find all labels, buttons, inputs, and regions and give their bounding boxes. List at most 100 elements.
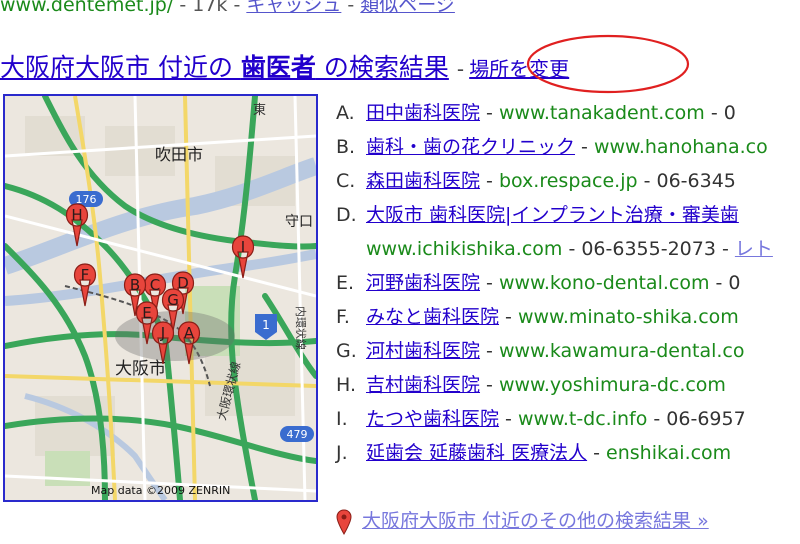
result-reviews-link[interactable]: レト	[735, 238, 773, 260]
result-letter: H.	[336, 374, 356, 396]
map-marker-label: D	[177, 274, 189, 292]
result-name-link[interactable]: 田中歯科医院	[366, 102, 480, 124]
map-label-naikanjosen: 内環状線	[294, 306, 308, 350]
separator: -	[480, 102, 499, 124]
result-phone: 06-6355-2073	[581, 238, 716, 260]
map-label-road-east: 東	[253, 102, 266, 118]
result-name-link[interactable]: 吉村歯科医院	[366, 374, 480, 396]
result-letter: C.	[336, 170, 356, 192]
result-name-link[interactable]: 大阪市 歯科医院|インプラント治療・審美歯	[366, 204, 739, 226]
separator: -	[575, 136, 594, 158]
heading-dash: -	[456, 57, 465, 81]
map-attribution: Map data ©2009 ZENRIN	[91, 484, 230, 497]
separator: -	[562, 238, 582, 260]
map-marker-label: H	[71, 206, 82, 224]
result-row: G. 河村歯科医院 - www.kawamura-dental.co	[336, 334, 800, 368]
result-letter: G.	[336, 340, 357, 362]
result-phone: 0	[728, 272, 741, 294]
result-url: www.hanohana.co	[593, 136, 768, 158]
result-letter: B.	[336, 136, 356, 158]
separator: -	[480, 272, 499, 294]
previous-result-line: www.dentemet.jp/ - 17k - キャッシュ - 類似ページ	[0, 0, 455, 17]
result-row: A. 田中歯科医院 - www.tanakadent.com - 0	[336, 96, 800, 130]
result-row: B. 歯科・歯の花クリニック - www.hanohana.co	[336, 130, 800, 164]
separator: -	[499, 408, 518, 430]
result-row: C. 森田歯科医院 - box.respace.jp - 06-6345	[336, 164, 800, 198]
separator: -	[227, 0, 247, 16]
result-url: www.minato-shika.com	[517, 306, 739, 328]
result-row: I. たつや歯科医院 - www.t-dc.info - 06-6957	[336, 402, 800, 436]
map-pin-icon	[336, 508, 352, 535]
map-label-osaka: 大阪市	[115, 359, 166, 379]
separator: -	[709, 272, 729, 294]
title-keyword: 歯医者	[240, 53, 316, 82]
page-size: 17k	[192, 0, 228, 16]
separator: -	[715, 238, 735, 260]
result-name-link[interactable]: 延歯会 延藤歯科 医療法人	[366, 442, 587, 464]
svg-text:1: 1	[262, 318, 270, 332]
map-marker-label: I	[241, 238, 245, 256]
map[interactable]: 176 479 1 吹田市 大阪市 守口 東 内環状線 大阪環状線 HFIDCB…	[3, 94, 318, 502]
cache-link[interactable]: キャッシュ	[246, 0, 341, 16]
result-url: www.kono-dental.com	[498, 272, 710, 294]
result-url: www.t-dc.info	[517, 408, 648, 430]
result-row: H. 吉村歯科医院 - www.yoshimura-dc.com	[336, 368, 800, 402]
map-label-suita: 吹田市	[155, 145, 203, 164]
result-letter: E.	[336, 272, 355, 294]
separator: -	[173, 0, 193, 16]
result-name-link[interactable]: たつや歯科医院	[366, 408, 499, 430]
map-marker-label: F	[81, 266, 90, 284]
result-url: www.yoshimura-dc.com	[498, 374, 726, 396]
title-prefix: 大阪府大阪市 付近の	[0, 53, 241, 82]
separator: -	[480, 374, 499, 396]
result-row: www.ichikishika.com - 06-6355-2073 - レト	[336, 232, 800, 266]
similar-pages-link[interactable]: 類似ページ	[360, 0, 455, 16]
separator: -	[647, 408, 667, 430]
map-marker-label: B	[130, 276, 140, 294]
result-phone: 06-6957	[666, 408, 746, 430]
result-name-link[interactable]: みなと歯科医院	[366, 306, 499, 328]
map-label-moriguchi: 守口	[285, 214, 313, 230]
result-url: www.ichikishika.com	[366, 238, 563, 260]
result-url: enshikai.com	[606, 442, 732, 464]
result-url: box.respace.jp	[498, 170, 638, 192]
route-479-shield: 479	[280, 426, 314, 442]
separator: -	[587, 442, 607, 464]
separator: -	[704, 102, 724, 124]
local-results-title-link[interactable]: 大阪府大阪市 付近の 歯医者 の検索結果	[0, 53, 449, 82]
local-results-list: A. 田中歯科医院 - www.tanakadent.com - 0 B. 歯科・歯の…	[336, 96, 800, 470]
result-row: F. みなと歯科医院 - www.minato-shika.com	[336, 300, 800, 334]
result-row: E. 河野歯科医院 - www.kono-dental.com - 0	[336, 266, 800, 300]
previous-result-url: www.dentemet.jp/	[0, 0, 174, 16]
title-suffix: の検索結果	[315, 53, 449, 82]
local-results-heading: 大阪府大阪市 付近の 歯医者 の検索結果 - 場所を変更	[0, 48, 569, 84]
map-marker-label: A	[184, 324, 195, 342]
result-letter: I.	[336, 408, 348, 430]
result-name-link[interactable]: 森田歯科医院	[366, 170, 480, 192]
result-row: J. 延歯会 延藤歯科 医療法人 - enshikai.com	[336, 436, 800, 470]
map-canvas[interactable]: 176 479 1 吹田市 大阪市 守口 東 内環状線 大阪環状線 HFIDCB…	[5, 96, 316, 500]
separator: -	[499, 306, 518, 328]
svg-text:479: 479	[287, 428, 308, 441]
result-letter: F.	[336, 306, 350, 328]
more-local-results-link[interactable]: 大阪府大阪市 付近のその他の検索結果 »	[362, 510, 709, 532]
result-letter: J.	[336, 442, 348, 464]
separator: -	[637, 170, 657, 192]
result-phone: 06-6345	[656, 170, 736, 192]
separator: -	[480, 340, 499, 362]
result-name-link[interactable]: 河野歯科医院	[366, 272, 480, 294]
map-marker-label: J	[160, 324, 165, 342]
separator: -	[480, 170, 499, 192]
result-url: www.kawamura-dental.co	[498, 340, 745, 362]
map-marker-label: G	[167, 291, 179, 309]
result-phone: 0	[723, 102, 736, 124]
map-marker-label: C	[150, 276, 160, 294]
change-location-link[interactable]: 場所を変更	[469, 57, 569, 81]
result-letter: D.	[336, 204, 357, 226]
result-name-link[interactable]: 歯科・歯の花クリニック	[366, 136, 575, 158]
result-letter: A.	[336, 102, 355, 124]
result-name-link[interactable]: 河村歯科医院	[366, 340, 480, 362]
map-marker-label: E	[142, 304, 151, 322]
result-url: www.tanakadent.com	[498, 102, 705, 124]
more-results-row: 大阪府大阪市 付近のその他の検索結果 »	[336, 506, 709, 535]
